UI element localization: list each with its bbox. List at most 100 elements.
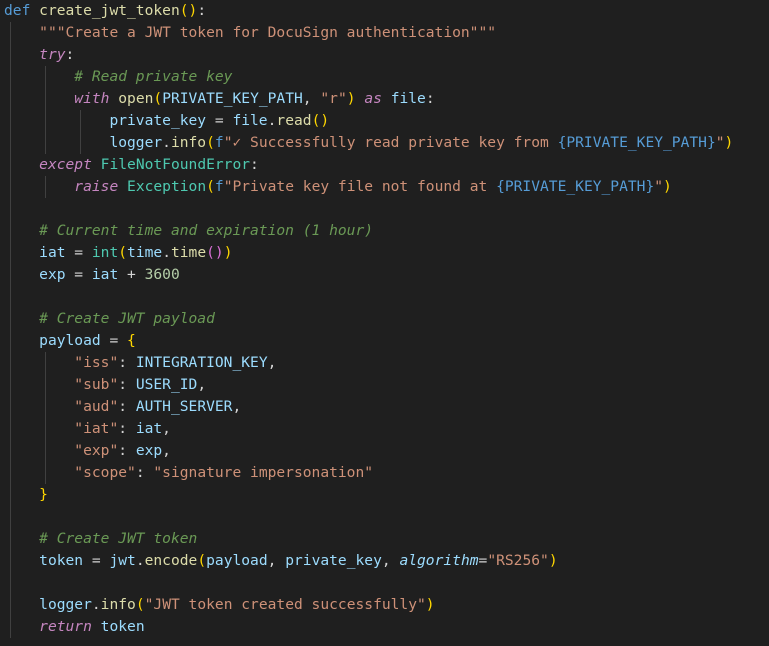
bracket: ) [223, 244, 233, 261]
code-line-11[interactable]: # Current time and expiration (1 hour) [4, 220, 373, 242]
code-line-3[interactable]: try: [4, 44, 74, 66]
docstring: """Create a JWT token for DocuSign authe… [39, 24, 497, 41]
punctuation: : [118, 354, 136, 371]
variable: payload [39, 332, 101, 349]
bracket: ) [663, 178, 672, 195]
bracket: ) [346, 90, 356, 107]
punctuation: , [302, 90, 321, 107]
dict-key: "iat" [74, 420, 119, 437]
operator: = [478, 552, 488, 569]
bracket: { [127, 332, 136, 349]
punctuation: : [250, 156, 259, 173]
method: encode [144, 552, 198, 569]
string: "Private key file not found at [223, 178, 497, 195]
operator: = [65, 244, 92, 261]
punctuation: : [65, 46, 75, 63]
variable: logger [39, 596, 92, 613]
dict-value: iat [135, 420, 163, 437]
code-line-12[interactable]: iat = int(time.time()) [4, 242, 233, 264]
comment: # Current time and expiration (1 hour) [39, 222, 374, 239]
code-line-28[interactable]: logger.info("JWT token created successfu… [4, 594, 435, 616]
punctuation: . [135, 552, 145, 569]
code-line-6[interactable]: private_key = file.read() [4, 110, 329, 132]
dict-value: USER_ID [135, 376, 198, 393]
bracket: ( [206, 178, 215, 195]
keyword-try: try [39, 46, 66, 63]
punctuation: : [118, 442, 136, 459]
punctuation: : [197, 2, 207, 19]
bracket: ( [153, 90, 163, 107]
punctuation: : [118, 376, 136, 393]
code-line-9[interactable]: raise Exception(f"Private key file not f… [4, 176, 672, 198]
code-line-16[interactable]: payload = { [4, 330, 136, 352]
code-line-29[interactable]: return token [4, 616, 145, 638]
variable: token [39, 552, 84, 569]
constant: PRIVATE_KEY_PATH [162, 90, 303, 107]
argument: private_key [285, 552, 382, 569]
keyword-return: return [39, 618, 92, 635]
keyword-argument: algorithm [399, 552, 479, 569]
code-line-1[interactable]: def create_jwt_token(): [4, 0, 206, 22]
string: "RS256" [487, 552, 549, 569]
code-line-15[interactable]: # Create JWT payload [4, 308, 215, 330]
keyword-raise: raise [74, 178, 119, 195]
punctuation: , [267, 552, 286, 569]
code-line-2[interactable]: """Create a JWT token for DocuSign authe… [4, 22, 496, 44]
code-line-20[interactable]: "iat": iat, [4, 418, 171, 440]
punctuation: . [162, 244, 171, 261]
comment: # Read private key [74, 68, 233, 85]
variable: exp [39, 266, 66, 283]
dict-key: "exp" [74, 442, 119, 459]
string: "✓ Successfully read private key from [223, 134, 558, 151]
dict-value: INTEGRATION_KEY [135, 354, 268, 371]
operator: = [206, 112, 233, 129]
bracket: () [311, 112, 330, 129]
code-line-25[interactable]: # Create JWT token [4, 528, 197, 550]
variable: file [390, 90, 426, 107]
method: info [100, 596, 136, 613]
comment: # Create JWT token [39, 530, 198, 547]
keyword-as: as [364, 90, 382, 107]
code-line-21[interactable]: "exp": exp, [4, 440, 171, 462]
code-line-18[interactable]: "sub": USER_ID, [4, 374, 206, 396]
operator: = [83, 552, 110, 569]
builtin-int: int [91, 244, 119, 261]
code-line-7[interactable]: logger.info(f"✓ Successfully read privat… [4, 132, 733, 154]
bracket: ) [724, 134, 734, 151]
code-editor[interactable]: def create_jwt_token(): """Create a JWT … [0, 0, 769, 646]
keyword-def: def [4, 2, 31, 19]
code-line-5[interactable]: with open(PRIVATE_KEY_PATH, "r") as file… [4, 88, 434, 110]
method: read [276, 112, 312, 129]
punctuation: . [91, 596, 101, 613]
argument: payload [206, 552, 268, 569]
code-line-17[interactable]: "iss": INTEGRATION_KEY, [4, 352, 276, 374]
dict-value: "signature impersonation" [153, 464, 374, 481]
bracket: ) [425, 596, 435, 613]
operator: + [118, 266, 145, 283]
class-name: FileNotFoundError [100, 156, 251, 173]
dict-key: "sub" [74, 376, 119, 393]
method: time [170, 244, 207, 261]
code-line-26[interactable]: token = jwt.encode(payload, private_key,… [4, 550, 557, 572]
code-line-19[interactable]: "aud": AUTH_SERVER, [4, 396, 241, 418]
method: info [170, 134, 207, 151]
code-line-13[interactable]: exp = iat + 3600 [4, 264, 180, 286]
dict-value: AUTH_SERVER [135, 398, 233, 415]
variable: private_key [109, 112, 207, 129]
bracket: ( [179, 2, 189, 19]
bracket: ( [135, 596, 145, 613]
bracket: () [206, 244, 224, 261]
variable: token [100, 618, 145, 635]
builtin-open: open [118, 90, 154, 107]
punctuation: , [197, 376, 207, 393]
operator: = [65, 266, 92, 283]
bracket: } [39, 486, 48, 503]
code-line-8[interactable]: except FileNotFoundError: [4, 154, 259, 176]
string: "r" [320, 90, 347, 107]
punctuation: , [162, 442, 171, 459]
punctuation: . [162, 134, 171, 151]
code-line-4[interactable]: # Read private key [4, 66, 232, 88]
code-line-22[interactable]: "scope": "signature impersonation" [4, 462, 373, 484]
code-line-23[interactable]: } [4, 484, 48, 506]
comment: # Create JWT payload [39, 310, 215, 327]
